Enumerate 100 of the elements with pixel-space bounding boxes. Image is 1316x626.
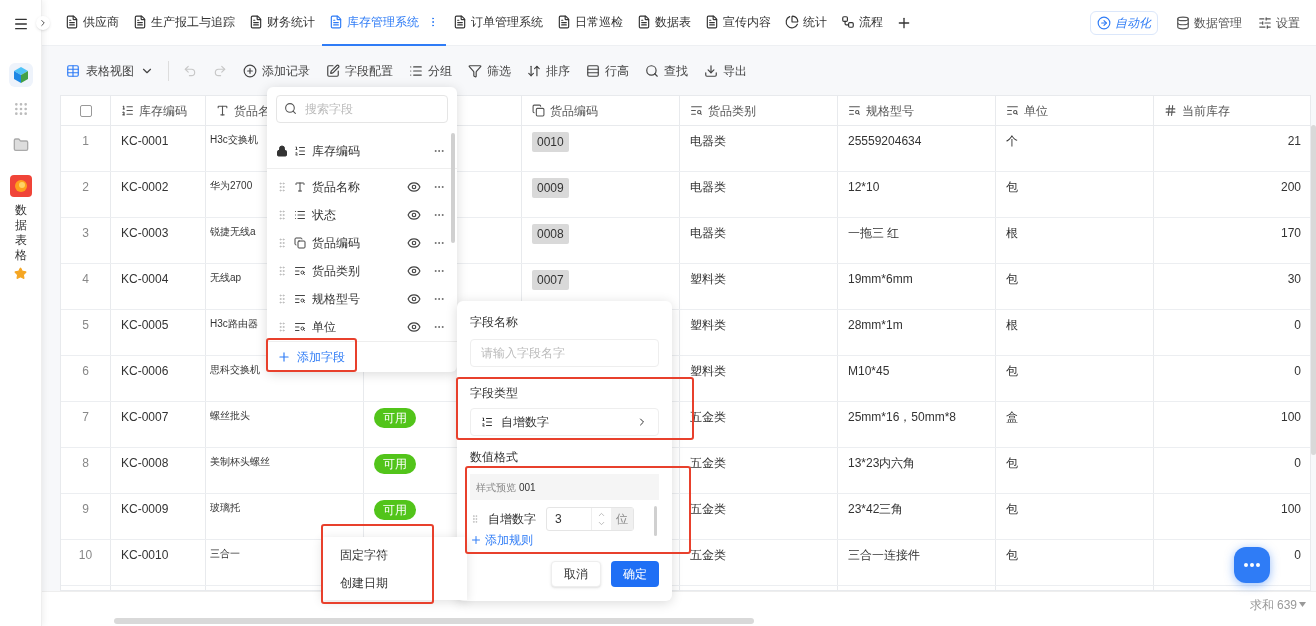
decrement-icon[interactable] xyxy=(597,519,606,528)
toolbar-button[interactable]: 查找 xyxy=(645,61,688,80)
drag-handle-icon[interactable] xyxy=(276,209,288,221)
tab[interactable]: 宣传内容 xyxy=(698,0,778,46)
apps-grid-icon[interactable] xyxy=(12,101,29,117)
eye-icon[interactable] xyxy=(407,320,421,334)
eye-icon[interactable] xyxy=(407,236,421,250)
eye-icon[interactable] xyxy=(407,208,421,222)
toolbar-button[interactable]: 排序 xyxy=(527,61,570,80)
star-icon[interactable] xyxy=(14,267,27,280)
table-cell-text: 28mm*1m xyxy=(848,317,903,334)
table-cell-text: 玻璃托 xyxy=(210,501,240,515)
digits-input[interactable]: 3 位 xyxy=(546,507,634,531)
drag-handle-icon[interactable] xyxy=(276,181,288,193)
field-name: 货品类别 xyxy=(312,263,361,280)
field-config-icon xyxy=(326,63,340,78)
more-actions-button[interactable] xyxy=(1234,547,1270,583)
folder-icon[interactable] xyxy=(12,137,29,153)
toolbar-button[interactable]: 添加记录 xyxy=(243,61,310,80)
table-cell-text: 根 xyxy=(1006,225,1018,242)
tab[interactable]: 供应商 xyxy=(58,0,126,46)
menu-item[interactable]: 创建日期 xyxy=(340,575,388,591)
automation-button[interactable]: 自动化 xyxy=(1090,10,1158,35)
text-search-icon xyxy=(1006,104,1019,117)
tab[interactable]: 财务统计 xyxy=(242,0,322,46)
list-icon xyxy=(409,63,423,78)
toolbar-button[interactable]: 行高 xyxy=(586,61,629,80)
top-action[interactable]: 设置 xyxy=(1258,13,1300,32)
drag-handle-icon[interactable] xyxy=(276,321,288,333)
tab[interactable]: 日常巡检 xyxy=(550,0,630,46)
view-dropdown[interactable]: 表格视图 xyxy=(66,61,154,80)
column-header[interactable]: 货品编码 xyxy=(532,101,598,120)
increment-icon[interactable] xyxy=(597,510,606,519)
expand-sidebar-button[interactable] xyxy=(36,15,50,30)
column-header[interactable]: 货品类别 xyxy=(690,101,756,120)
table-cell-text: 包 xyxy=(1006,179,1018,196)
field-name-input[interactable]: 请输入字段名字 xyxy=(470,339,659,367)
add-rule-link[interactable]: 添加规则 xyxy=(470,533,533,547)
table-cell-text: 电器类 xyxy=(690,133,726,150)
text-search-icon xyxy=(294,321,306,333)
table-cell-text: 一拖三 红 xyxy=(848,225,900,242)
menu-item[interactable]: 固定字符 xyxy=(340,547,388,563)
rule-label: 自增数字 xyxy=(488,511,536,528)
field-name: 库存编码 xyxy=(312,142,361,160)
toolbar-button[interactable]: 筛选 xyxy=(468,61,511,80)
row-number: 1 xyxy=(82,133,89,150)
table-cell-text: 根 xyxy=(1006,317,1018,334)
app-logo-icon[interactable] xyxy=(8,63,33,87)
table-cell-text: 13*23内六角 xyxy=(848,455,916,472)
search-field[interactable]: 搜索字段 xyxy=(276,95,448,123)
field-type-select[interactable]: 自增数字 xyxy=(470,408,659,436)
drag-handle-icon[interactable] xyxy=(276,293,288,305)
field-label: 数值格式 xyxy=(470,450,518,464)
column-header[interactable]: 当前库存 xyxy=(1164,101,1230,120)
scrollbar[interactable] xyxy=(1311,125,1316,455)
table-cell-text: 思科交换机 xyxy=(210,363,260,377)
drag-handle-icon[interactable] xyxy=(276,237,288,249)
eye-icon[interactable] xyxy=(407,180,421,194)
table-cell-text: 25559204634 xyxy=(848,133,922,150)
table-cell-text: 12*10 xyxy=(848,179,880,196)
table-cell-text: KC-0010 xyxy=(121,547,169,564)
scrollbar[interactable] xyxy=(654,506,657,536)
toolbar-button[interactable]: 分组 xyxy=(409,61,452,80)
tab[interactable]: 统计 xyxy=(778,0,834,46)
table-cell-text: H3c交换机 xyxy=(210,133,258,147)
tab[interactable]: 订单管理系统 xyxy=(446,0,550,46)
text-search-icon xyxy=(848,104,861,117)
table-cell-text: 电器类 xyxy=(690,179,726,196)
drag-handle-icon[interactable] xyxy=(470,513,480,525)
eye-icon[interactable] xyxy=(407,264,421,278)
field-name: 货品编码 xyxy=(312,235,361,252)
table-cell-text: KC-0006 xyxy=(121,363,169,380)
column-header[interactable]: 单位 xyxy=(1006,101,1048,120)
cancel-button[interactable]: 取消 xyxy=(551,561,601,587)
table-cell-text: 美制杯头螺丝 xyxy=(210,455,270,469)
column-header[interactable]: 规格型号 xyxy=(848,101,914,120)
table-cell-text: 0 xyxy=(1294,547,1301,564)
confirm-button[interactable]: 确定 xyxy=(611,561,659,587)
scrollbar[interactable] xyxy=(451,133,455,243)
toolbar-button[interactable]: 字段配置 xyxy=(326,61,393,80)
undo-icon xyxy=(183,63,197,78)
horizontal-scrollbar[interactable] xyxy=(114,618,754,624)
table-cell-text: 五金类 xyxy=(690,547,726,564)
eye-icon[interactable] xyxy=(407,292,421,306)
row-number: 10 xyxy=(78,547,93,564)
drag-handle-icon[interactable] xyxy=(276,265,288,277)
table-cell-text: KC-0005 xyxy=(121,317,169,334)
top-action[interactable]: 数据管理 xyxy=(1176,13,1242,32)
field-name: 状态 xyxy=(312,207,337,224)
tab[interactable]: 生产报工与追踪 xyxy=(126,0,242,46)
tab[interactable]: 数据表 xyxy=(630,0,698,46)
tab[interactable]: 流程 xyxy=(834,0,890,46)
flow-icon xyxy=(841,14,855,29)
column-header[interactable]: 库存编码 xyxy=(121,101,187,120)
list-number-icon xyxy=(481,416,493,428)
data-table-app-icon[interactable] xyxy=(9,175,32,197)
toolbar-button[interactable]: 导出 xyxy=(704,61,747,80)
add-field-button[interactable]: 添加字段 xyxy=(275,345,347,369)
select-all-checkbox[interactable] xyxy=(79,104,92,117)
add-icon xyxy=(243,63,257,78)
